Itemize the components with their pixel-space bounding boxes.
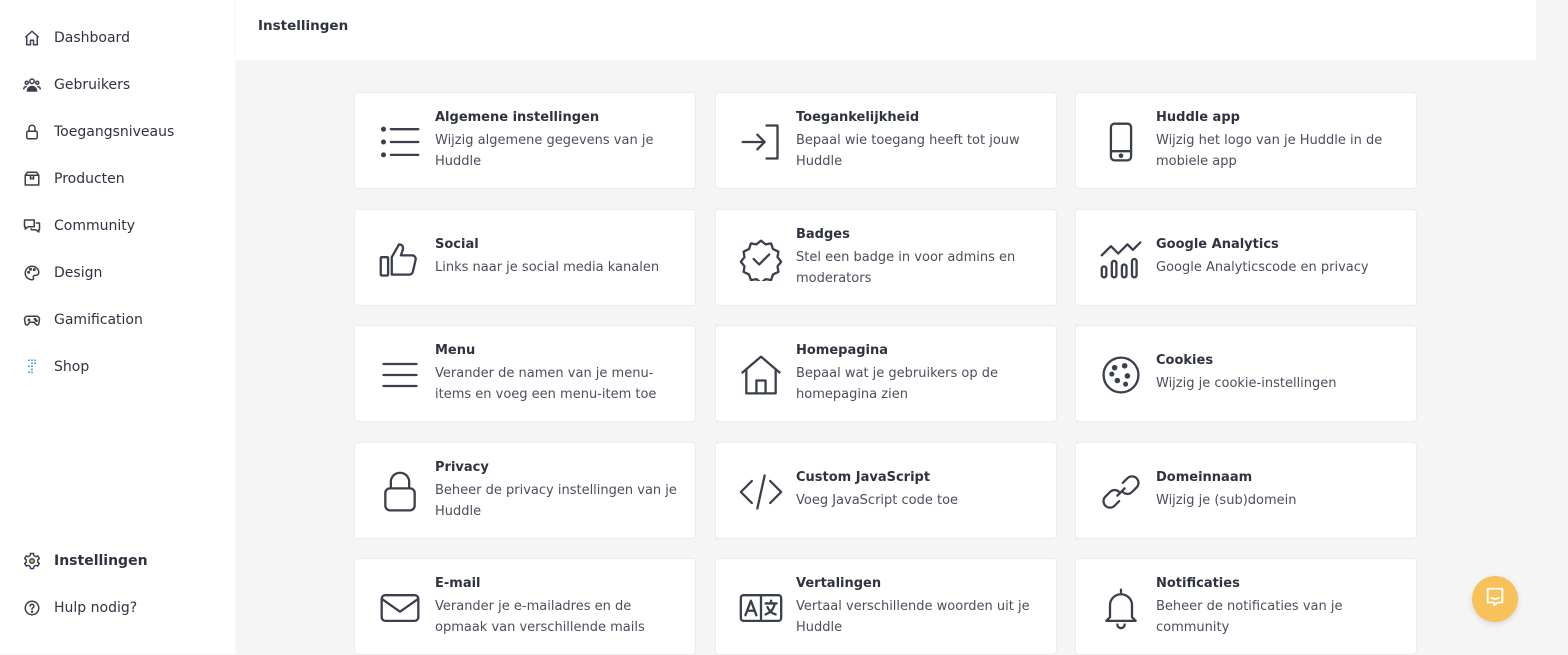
card-title: Menu [435,342,476,358]
sidebar-item-help[interactable]: Hulp nodig? [22,596,137,620]
card-description: Bepaal wie toegang heeft tot jouw Huddle [796,132,1020,169]
sidebar-item-toegangsniveaus[interactable]: Toegangsniveaus [22,120,174,144]
shop-icon [22,357,42,377]
lock-icon [22,122,42,142]
card-title: Vertalingen [796,575,882,591]
house-icon [738,352,784,398]
card-title: Toegankelijkheid [796,109,920,125]
sidebar-item-instellingen[interactable]: Instellingen [22,549,148,573]
card-description: Bepaal wat je gebruikers op de homepagin… [796,365,999,402]
card-title: Google Analytics [1156,237,1279,252]
settings-card-social[interactable]: Social Links naar je social media kanalen [354,209,696,306]
chat-bubble-icon [1484,586,1506,612]
chat-icon [22,216,42,236]
card-title: Algemene instellingen [435,109,600,125]
settings-card-custom-javascript[interactable]: Custom JavaScript Voeg JavaScript code to… [715,442,1057,539]
settings-card-algemene-instellingen[interactable]: Algemene instellingen Wijzig algemene geg… [354,92,696,189]
card-description: Links naar je social media kanalen [435,260,660,275]
card-description: Verander de namen van je menu-items en v… [435,365,657,402]
sidebar-item-design[interactable]: Design [22,261,102,285]
sidebar-item-label: Gamification [54,312,143,328]
settings-card-domeinnaam[interactable]: Domeinnaam Wijzig je (sub)domein [1075,442,1417,539]
settings-card-cookies[interactable]: Cookies Wijzig je cookie-instellingen [1075,325,1417,422]
gamepad-icon [22,310,42,330]
link-icon [1098,469,1144,515]
settings-card-homepagina[interactable]: Homepagina Bepaal wat je gebruikers op de… [715,325,1057,422]
card-description: Wijzig het logo van je Huddle in de mobi… [1156,132,1383,169]
sidebar-item-gamification[interactable]: Gamification [22,308,143,332]
card-title: Cookies [1156,353,1214,368]
sidebar-item-label: Instellingen [54,553,148,569]
settings-card-privacy[interactable]: Privacy Beheer de privacy instellingen va… [354,442,696,539]
card-description: Wijzig je (sub)domein [1156,493,1297,508]
card-title: Privacy [435,459,489,475]
card-title: Notificaties [1156,575,1240,591]
card-title: Homepagina [796,342,889,358]
settings-card-e-mail[interactable]: E-mail Verander je e-mailadres en de opma… [354,558,696,655]
thumbs-up-icon [377,236,423,282]
sidebar-item-producten[interactable]: Producten [22,167,125,191]
envelope-icon [377,585,423,631]
box-icon [22,169,42,189]
card-description: Wijzig je cookie-instellingen [1156,376,1337,391]
card-description: Google Analyticscode en privacy [1156,260,1369,275]
chat-launcher-button[interactable] [1472,576,1518,622]
settings-card-google-analytics[interactable]: Google Analytics Google Analyticscode en … [1075,209,1417,306]
sidebar: Dashboard Gebruikers Toegangsniveaus Pro… [0,0,235,654]
card-description: Voeg JavaScript code toe [796,493,959,508]
settings-card-toegankelijkheid[interactable]: Toegankelijkheid Bepaal wie toegang heeft… [715,92,1057,189]
card-description: Wijzig algemene gegevens van je Huddle [435,132,654,169]
cookie-icon [1098,352,1144,398]
translate-icon [738,585,784,631]
card-title: Huddle app [1156,109,1240,125]
sidebar-item-label: Design [54,265,103,281]
sidebar-item-label: Hulp nodig? [54,600,138,616]
sidebar-item-dashboard[interactable]: Dashboard [22,26,130,50]
help-icon [22,598,42,618]
page-title: Instellingen [258,18,349,34]
card-title: Badges [796,226,850,242]
sidebar-item-community[interactable]: Community [22,214,135,238]
card-description: Beheer de notificaties van je community [1156,598,1343,635]
home-icon [22,28,42,48]
settings-card-menu[interactable]: Menu Verander de namen van je menu-items … [354,325,696,422]
code-icon [738,469,784,515]
card-description: Verander je e-mailadres en de opmaak van… [435,598,645,635]
sidebar-item-label: Shop [54,359,90,375]
card-description: Vertaal verschillende woorden uit je Hud… [796,598,1030,635]
card-title: E-mail [435,575,481,591]
gear-icon [22,551,42,571]
list-icon [377,119,423,165]
sidebar-item-gebruikers[interactable]: Gebruikers [22,73,130,97]
settings-card-notificaties[interactable]: Notificaties Beheer de notificaties van j… [1075,558,1417,655]
mobile-icon [1098,119,1144,165]
card-title: Social [435,237,479,252]
palette-icon [22,263,42,283]
analytics-icon [1098,236,1144,282]
top-bar: Instellingen [236,0,1536,60]
sidebar-item-label: Producten [54,171,125,187]
menu-icon [377,352,423,398]
bell-icon [1098,585,1144,631]
sidebar-item-label: Toegangsniveaus [54,124,175,140]
sidebar-item-label: Dashboard [54,30,130,46]
sign-in-icon [738,119,784,165]
padlock-icon [377,469,423,515]
sidebar-item-label: Community [54,218,136,234]
settings-card-huddle-app[interactable]: Huddle app Wijzig het logo van je Huddle … [1075,92,1417,189]
card-description: Beheer de privacy instellingen van je Hu… [435,482,677,519]
settings-card-vertalingen[interactable]: Vertalingen Vertaal verschillende woorden… [715,558,1057,655]
card-description: Stel een badge in voor admins en moderat… [796,249,1016,286]
settings-card-badges[interactable]: Badges Stel een badge in voor admins en m… [715,209,1057,306]
users-icon [22,75,42,95]
sidebar-item-label: Gebruikers [54,77,131,93]
badge-check-icon [738,236,784,282]
card-title: Domeinnaam [1156,470,1253,485]
card-title: Custom JavaScript [796,470,931,485]
sidebar-item-shop[interactable]: Shop [22,355,89,379]
